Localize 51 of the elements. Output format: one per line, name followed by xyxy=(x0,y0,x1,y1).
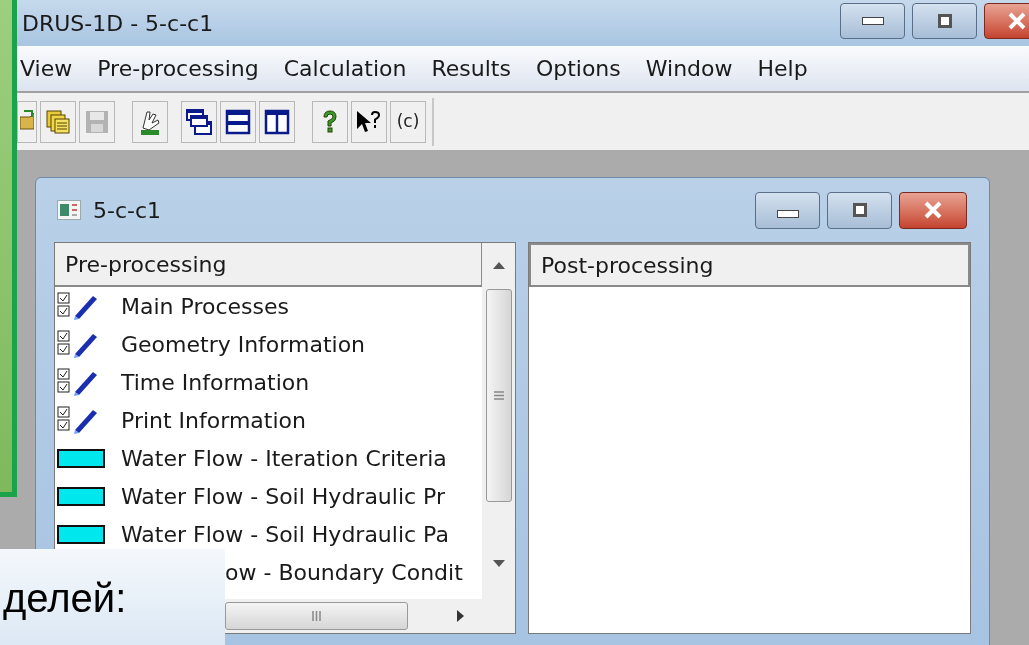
scroll-up-button[interactable] xyxy=(482,243,515,287)
up-arrow-icon xyxy=(492,261,505,269)
menu-item[interactable]: Results xyxy=(431,52,511,85)
tree-item[interactable]: Water Flow - Soil Hydraulic Pa xyxy=(121,517,449,551)
minimize-button[interactable] xyxy=(840,3,905,39)
water-layer-icon xyxy=(57,523,107,545)
vertical-tiles-icon xyxy=(264,108,290,135)
tree-item[interactable]: Time Information xyxy=(121,365,310,399)
cascade-windows-icon xyxy=(185,107,213,136)
down-arrow-icon xyxy=(492,559,505,567)
tree-item[interactable]: Water Flow - Soil Hydraulic Pr xyxy=(121,479,446,513)
grip-icon xyxy=(493,391,504,400)
menu-item[interactable]: Calculation xyxy=(283,52,407,85)
water-layer-icon xyxy=(57,485,107,507)
maximize-button[interactable] xyxy=(827,191,892,229)
close-icon xyxy=(1007,12,1026,30)
close-button[interactable] xyxy=(899,191,967,229)
toolbar-button[interactable] xyxy=(351,100,387,143)
toolbar-button[interactable] xyxy=(220,100,256,143)
tree-item[interactable]: Print Information xyxy=(121,403,306,437)
toolbar-button[interactable] xyxy=(132,100,168,143)
copyright-button[interactable]: (c) xyxy=(390,100,426,143)
menu-item[interactable]: Pre-processing xyxy=(97,52,259,85)
menu-item[interactable]: Options xyxy=(535,52,621,85)
pointer-question-icon xyxy=(355,108,383,135)
grip-icon xyxy=(312,611,321,621)
column-header[interactable]: Pre-processing xyxy=(55,243,482,287)
tree-item[interactable]: ow - Boundary Condit xyxy=(225,555,463,589)
water-layer-icon xyxy=(57,447,107,469)
question-mark-icon xyxy=(321,108,339,135)
column-header[interactable]: Post-processing xyxy=(529,243,970,287)
child-window-title: 5-c-c1 xyxy=(93,196,162,225)
documents-icon xyxy=(45,108,71,135)
document-icon xyxy=(57,200,81,220)
minimize-button[interactable] xyxy=(755,191,820,229)
tree-item[interactable]: Geometry Information xyxy=(121,327,366,361)
toolbar-button[interactable] xyxy=(259,100,295,143)
caption-text: делей: xyxy=(3,575,127,622)
tree-item[interactable]: Water Flow - Iteration Criteria xyxy=(121,441,447,475)
menu-item[interactable]: Window xyxy=(645,52,733,85)
menu-item[interactable]: Help xyxy=(757,52,808,85)
window-title: DRUS-1D - 5-c-c1 xyxy=(22,9,214,38)
scroll-thumb[interactable] xyxy=(485,289,512,502)
close-icon xyxy=(923,201,943,219)
toolbar-button[interactable] xyxy=(181,100,217,143)
horizontal-tiles-icon xyxy=(225,108,251,135)
tree-item[interactable]: Main Processes xyxy=(121,289,289,323)
maximize-button[interactable] xyxy=(912,3,977,39)
right-arrow-icon xyxy=(456,610,464,622)
scroll-thumb[interactable] xyxy=(225,602,408,630)
menu-item[interactable]: View xyxy=(20,52,73,85)
